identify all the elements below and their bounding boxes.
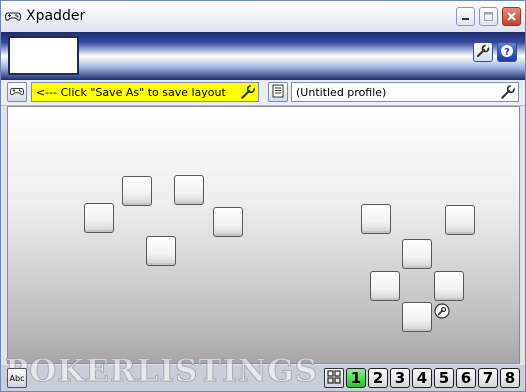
- sets-grid-button[interactable]: [324, 368, 344, 388]
- button-slot[interactable]: [361, 204, 391, 234]
- gamepad-icon: [9, 84, 25, 101]
- set-button-6[interactable]: 6: [456, 368, 476, 388]
- profile-field[interactable]: (Untitled profile): [291, 82, 519, 102]
- close-button[interactable]: [502, 7, 521, 26]
- button-slot[interactable]: [146, 236, 176, 266]
- maximize-button[interactable]: [479, 7, 498, 26]
- gamepad-icon: [4, 8, 22, 24]
- controller-bar: <--- Click "Save As" to save layout (Unt…: [1, 80, 525, 106]
- button-slot[interactable]: [445, 205, 475, 235]
- controller-image-box[interactable]: [8, 36, 79, 75]
- close-icon: [507, 10, 516, 24]
- help-icon: ?: [500, 44, 514, 61]
- set-button-3[interactable]: 3: [390, 368, 410, 388]
- wrench-icon[interactable]: [500, 84, 516, 103]
- controller-select-button[interactable]: [7, 82, 27, 102]
- set-button-2[interactable]: 2: [368, 368, 388, 388]
- grid-icon: [327, 369, 341, 387]
- layout-field[interactable]: <--- Click "Save As" to save layout: [31, 82, 259, 102]
- settings-button[interactable]: [473, 42, 493, 62]
- maximize-icon: [484, 10, 493, 24]
- wrench-icon: [476, 44, 490, 61]
- set-button-1[interactable]: 1: [346, 368, 366, 388]
- button-slot[interactable]: [402, 239, 432, 269]
- set-button-4[interactable]: 4: [412, 368, 432, 388]
- button-slot[interactable]: [402, 302, 432, 332]
- watermark-logo: POKERLISTINGS: [5, 353, 319, 390]
- document-icon: [272, 84, 284, 101]
- minimize-icon: [461, 10, 470, 24]
- window-title: Xpadder: [26, 8, 86, 24]
- button-slot[interactable]: [174, 175, 204, 205]
- button-slot[interactable]: [370, 271, 400, 301]
- wrench-icon[interactable]: [434, 303, 450, 319]
- set-button-8[interactable]: 8: [500, 368, 520, 388]
- controller-canvas: [7, 106, 520, 364]
- button-slot[interactable]: [434, 271, 464, 301]
- abc-button[interactable]: Abc: [7, 368, 27, 388]
- button-slot[interactable]: [213, 207, 243, 237]
- button-slot[interactable]: [122, 176, 152, 206]
- xpadder-window: Xpadder ? <--- Click "Save As" to save l…: [0, 0, 526, 392]
- set-button-5[interactable]: 5: [434, 368, 454, 388]
- button-slot[interactable]: [84, 203, 114, 233]
- profile-button[interactable]: [268, 82, 288, 102]
- minimize-button[interactable]: [456, 7, 475, 26]
- help-button[interactable]: ?: [497, 42, 517, 62]
- wrench-icon[interactable]: [240, 84, 256, 103]
- title-bar: Xpadder: [1, 1, 525, 33]
- profile-field-text: (Untitled profile): [296, 85, 387, 99]
- layout-field-text: <--- Click "Save As" to save layout: [36, 85, 226, 99]
- svg-text:?: ?: [504, 47, 510, 58]
- set-button-7[interactable]: 7: [478, 368, 498, 388]
- header-band: ?: [1, 32, 525, 80]
